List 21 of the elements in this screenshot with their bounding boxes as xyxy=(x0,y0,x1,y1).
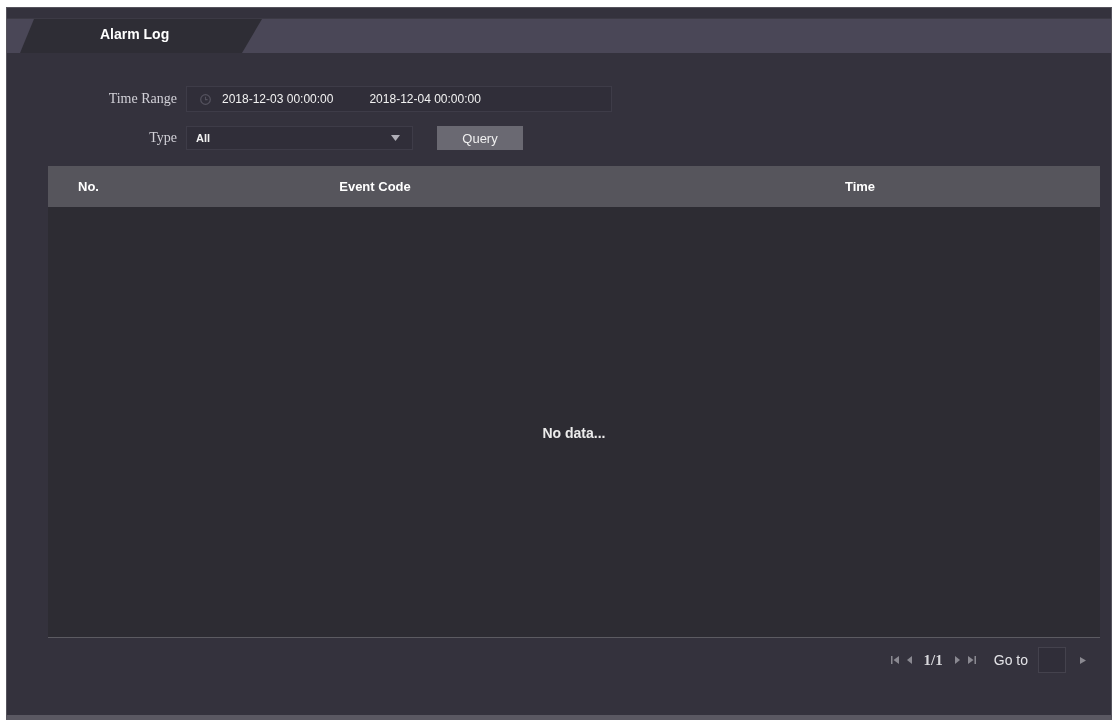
last-page-icon[interactable] xyxy=(967,656,976,664)
empty-message: No data... xyxy=(542,425,606,441)
column-header: Event Code xyxy=(339,179,411,194)
column-header: Time xyxy=(844,179,876,194)
caret-down-icon xyxy=(391,135,400,141)
page-indicator: 1/1 xyxy=(923,651,943,669)
previous-page-icon[interactable] xyxy=(906,656,912,664)
time-range-field[interactable]: 2018-12-03 00:00:00 2018-12-04 00:00:00 xyxy=(186,86,612,112)
start-date-text: 2018-12-03 00:00:00 xyxy=(222,92,334,106)
query-button[interactable]: Query xyxy=(437,126,523,150)
go-arrow-icon[interactable] xyxy=(1080,656,1086,664)
next-page-icon[interactable] xyxy=(954,656,960,664)
type-label: Type xyxy=(148,130,177,146)
type-select[interactable]: All xyxy=(186,126,413,150)
column-header: No. xyxy=(77,179,99,194)
go-to-label: Go to xyxy=(993,652,1028,668)
tab[interactable]: Alarm Log xyxy=(20,19,262,53)
clock-icon xyxy=(200,93,211,105)
first-page-icon[interactable] xyxy=(890,656,899,664)
time-range-label: Time Range xyxy=(107,91,177,107)
end-date-text: 2018-12-04 00:00:00 xyxy=(369,92,481,106)
